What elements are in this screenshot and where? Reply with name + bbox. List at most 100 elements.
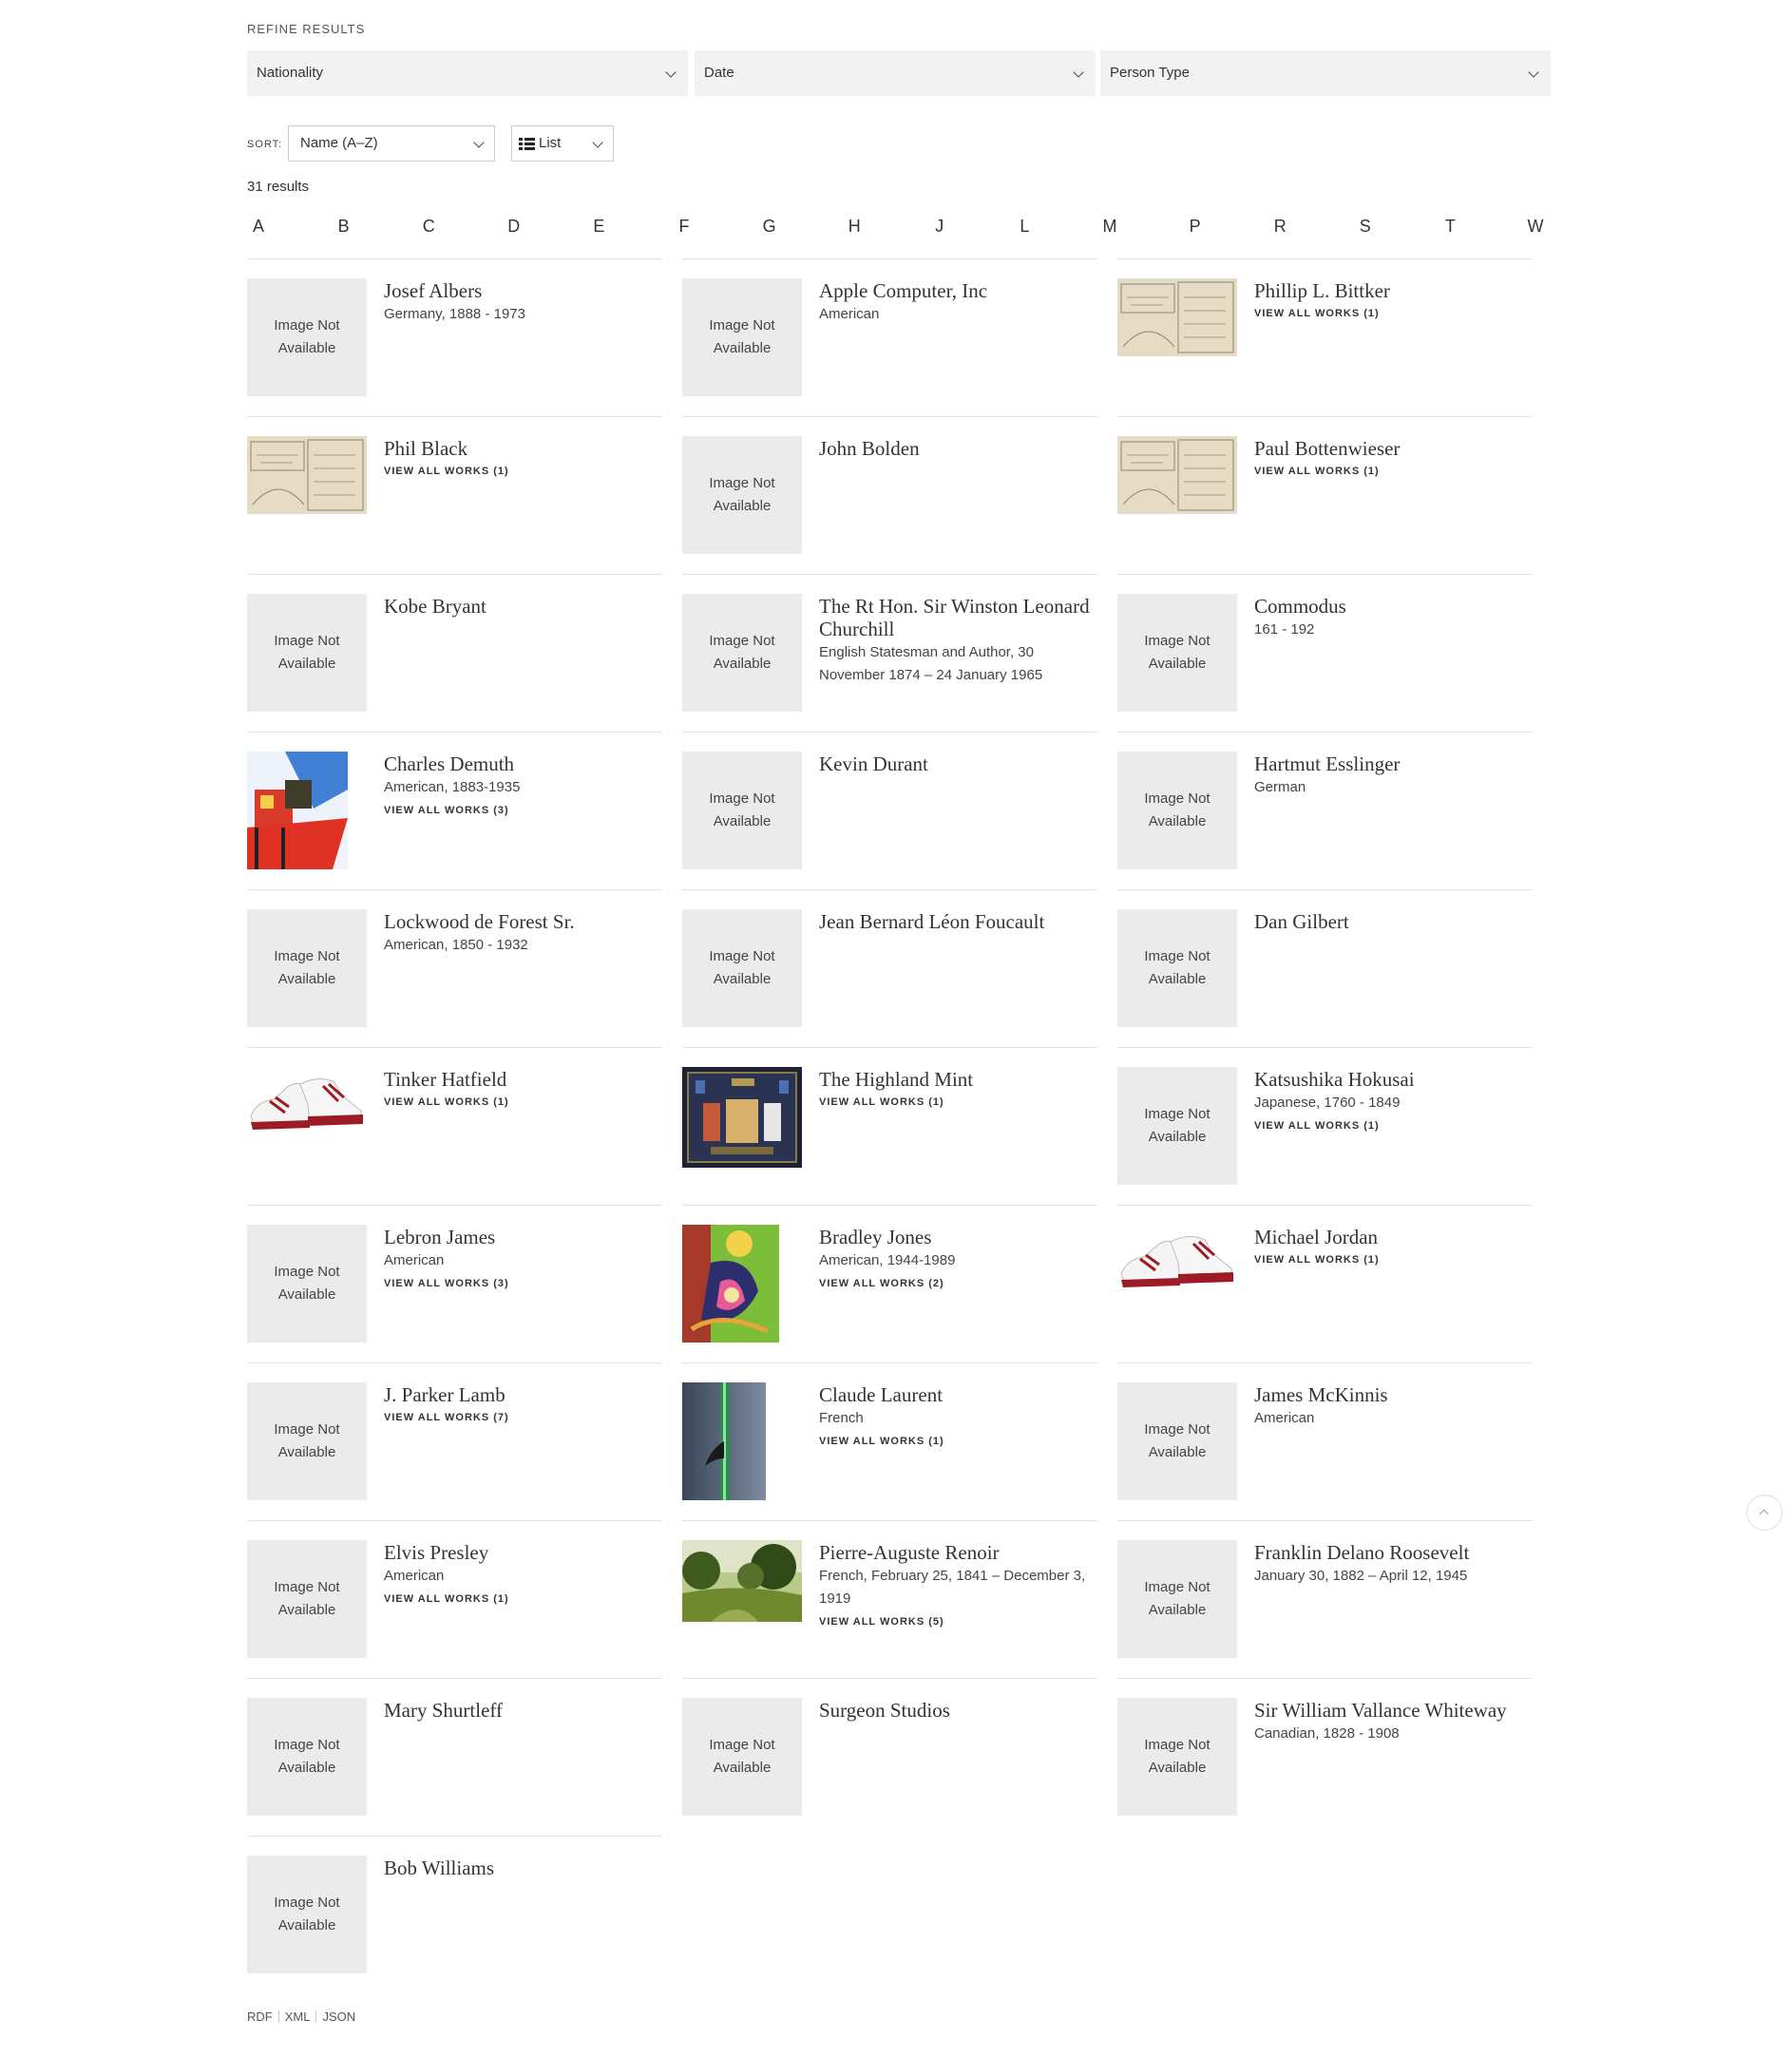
alphabet-letter-e[interactable]: E [584,217,613,237]
view-all-works-link[interactable]: VIEW ALL WORKS (1) [384,466,665,477]
view-all-works-link[interactable]: VIEW ALL WORKS (2) [819,1278,1100,1289]
alphabet-letter-j[interactable]: J [925,217,954,237]
view-all-works-link[interactable]: VIEW ALL WORKS (1) [819,1436,1100,1447]
alphabet-letter-d[interactable]: D [500,217,528,237]
view-all-works-link[interactable]: VIEW ALL WORKS (3) [384,805,665,816]
person-name-link[interactable]: John Bolden [819,437,1100,460]
image-placeholder[interactable]: Image Not Available [682,594,802,712]
image-placeholder[interactable]: Image Not Available [1117,1698,1237,1816]
person-thumbnail[interactable] [247,1067,367,1185]
person-name-link[interactable]: Elvis Presley [384,1541,665,1564]
image-placeholder[interactable]: Image Not Available [682,1698,802,1816]
person-thumbnail[interactable] [682,1067,802,1185]
person-name-link[interactable]: Kobe Bryant [384,595,665,618]
view-all-works-link[interactable]: VIEW ALL WORKS (1) [384,1096,665,1108]
sort-dropdown[interactable]: Name (A–Z) [288,125,495,162]
image-placeholder[interactable]: Image Not Available [247,909,367,1027]
person-name-link[interactable]: Apple Computer, Inc [819,279,1100,302]
person-thumbnail[interactable] [247,436,367,554]
person-name-link[interactable]: Hartmut Esslinger [1254,752,1535,775]
person-name-link[interactable]: Surgeon Studios [819,1699,1100,1722]
person-name-link[interactable]: Phil Black [384,437,665,460]
scroll-to-top-button[interactable] [1746,1495,1782,1531]
view-all-works-link[interactable]: VIEW ALL WORKS (1) [819,1096,1100,1108]
json-link[interactable]: JSON [322,2009,355,2024]
image-placeholder[interactable]: Image Not Available [247,1540,367,1658]
image-placeholder[interactable]: Image Not Available [247,1856,367,1973]
view-all-works-link[interactable]: VIEW ALL WORKS (1) [1254,1120,1535,1132]
person-thumbnail[interactable] [682,1540,802,1658]
image-placeholder[interactable]: Image Not Available [682,436,802,554]
person-thumbnail[interactable] [247,752,367,869]
person-name-link[interactable]: Kevin Durant [819,752,1100,775]
person-name-link[interactable]: Josef Albers [384,279,665,302]
person-type-filter-dropdown[interactable]: Person Type [1100,50,1551,96]
xml-link[interactable]: XML [285,2009,311,2024]
person-name-link[interactable]: Claude Laurent [819,1383,1100,1406]
image-placeholder[interactable]: Image Not Available [247,1698,367,1816]
alphabet-letter-l[interactable]: L [1010,217,1039,237]
image-placeholder[interactable]: Image Not Available [1117,1382,1237,1500]
person-thumbnail[interactable] [1117,278,1237,396]
person-name-link[interactable]: Dan Gilbert [1254,910,1535,933]
image-placeholder[interactable]: Image Not Available [1117,752,1237,869]
person-name-link[interactable]: J. Parker Lamb [384,1383,665,1406]
person-thumbnail[interactable] [682,1225,802,1343]
view-all-works-link[interactable]: VIEW ALL WORKS (1) [1254,308,1535,319]
person-name-link[interactable]: Katsushika Hokusai [1254,1068,1535,1091]
alphabet-letter-t[interactable]: T [1436,217,1464,237]
image-placeholder[interactable]: Image Not Available [1117,1540,1237,1658]
image-placeholder[interactable]: Image Not Available [247,1225,367,1343]
alphabet-letter-c[interactable]: C [414,217,443,237]
view-all-works-link[interactable]: VIEW ALL WORKS (1) [1254,466,1535,477]
person-name-link[interactable]: Bradley Jones [819,1226,1100,1248]
alphabet-letter-h[interactable]: H [840,217,868,237]
alphabet-letter-f[interactable]: F [670,217,698,237]
person-thumbnail[interactable] [1117,436,1237,554]
date-filter-dropdown[interactable]: Date [695,50,1096,96]
rdf-link[interactable]: RDF [247,2009,273,2024]
person-name-link[interactable]: Lockwood de Forest Sr. [384,910,665,933]
alphabet-letter-b[interactable]: B [330,217,358,237]
person-name-link[interactable]: Michael Jordan [1254,1226,1535,1248]
person-name-link[interactable]: Mary Shurtleff [384,1699,665,1722]
person-thumbnail[interactable] [682,1382,802,1500]
image-placeholder[interactable]: Image Not Available [1117,909,1237,1027]
image-placeholder[interactable]: Image Not Available [682,752,802,869]
person-name-link[interactable]: Phillip L. Bittker [1254,279,1535,302]
view-all-works-link[interactable]: VIEW ALL WORKS (1) [384,1593,665,1605]
person-name-link[interactable]: Tinker Hatfield [384,1068,665,1091]
person-name-link[interactable]: Bob Williams [384,1857,665,1879]
person-name-link[interactable]: Charles Demuth [384,752,665,775]
alphabet-letter-a[interactable]: A [244,217,273,237]
image-placeholder[interactable]: Image Not Available [247,1382,367,1500]
alphabet-letter-p[interactable]: P [1181,217,1210,237]
nationality-filter-dropdown[interactable]: Nationality [247,50,688,96]
person-thumbnail[interactable] [1117,1225,1237,1343]
person-name-link[interactable]: Franklin Delano Roosevelt [1254,1541,1535,1564]
person-name-link[interactable]: Jean Bernard Léon Foucault [819,910,1100,933]
view-all-works-link[interactable]: VIEW ALL WORKS (3) [384,1278,665,1289]
image-placeholder[interactable]: Image Not Available [1117,594,1237,712]
image-placeholder[interactable]: Image Not Available [1117,1067,1237,1185]
view-all-works-link[interactable]: VIEW ALL WORKS (1) [1254,1254,1535,1266]
person-name-link[interactable]: Paul Bottenwieser [1254,437,1535,460]
view-mode-dropdown[interactable]: List [511,125,614,162]
image-placeholder[interactable]: Image Not Available [682,278,802,396]
image-placeholder[interactable]: Image Not Available [682,909,802,1027]
alphabet-letter-m[interactable]: M [1096,217,1124,237]
person-name-link[interactable]: James McKinnis [1254,1383,1535,1406]
image-placeholder[interactable]: Image Not Available [247,594,367,712]
image-placeholder[interactable]: Image Not Available [247,278,367,396]
alphabet-letter-s[interactable]: S [1351,217,1380,237]
person-name-link[interactable]: The Rt Hon. Sir Winston Leonard Churchil… [819,595,1100,640]
view-all-works-link[interactable]: VIEW ALL WORKS (7) [384,1412,665,1423]
person-name-link[interactable]: Lebron James [384,1226,665,1248]
person-name-link[interactable]: Pierre-Auguste Renoir [819,1541,1100,1564]
view-all-works-link[interactable]: VIEW ALL WORKS (5) [819,1616,1100,1628]
alphabet-letter-g[interactable]: G [755,217,784,237]
alphabet-letter-r[interactable]: R [1266,217,1294,237]
person-name-link[interactable]: The Highland Mint [819,1068,1100,1091]
alphabet-letter-w[interactable]: W [1521,217,1550,237]
person-name-link[interactable]: Commodus [1254,595,1535,618]
